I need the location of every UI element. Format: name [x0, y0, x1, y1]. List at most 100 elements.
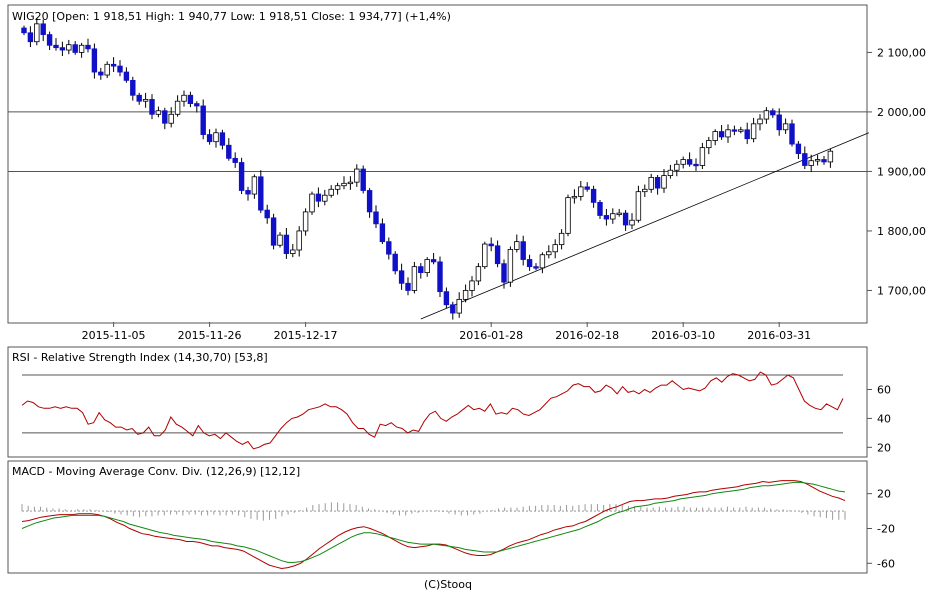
candle-body [430, 259, 437, 263]
candle-body [398, 270, 405, 284]
price-x-tick-label: 2016-01-28 [459, 329, 523, 342]
candle-body [469, 280, 475, 291]
candle-body [341, 182, 347, 187]
candle-body [667, 169, 674, 177]
candle-body [642, 188, 648, 193]
candle-body [590, 188, 597, 203]
candle-body [539, 254, 546, 269]
price-title: WIG20 [Open: 1 918,51 High: 1 940,77 Low… [12, 10, 451, 23]
candle-body [437, 261, 443, 293]
candle-body [603, 215, 610, 220]
candle-body [693, 163, 699, 167]
candle-body [251, 176, 258, 195]
candle-body [654, 176, 661, 189]
candle-body [616, 212, 622, 215]
candle-body [296, 230, 302, 251]
candle-body [238, 162, 245, 191]
macd-y-tick-label: -60 [877, 557, 895, 570]
candle-body [123, 71, 130, 81]
candle-body [245, 190, 251, 195]
candle-body [302, 211, 309, 232]
candle-body [680, 159, 686, 165]
candle-body [706, 140, 712, 149]
candle-body [277, 234, 283, 246]
stock-chart: 2 100,00 2 000,00 1 900,00 1 800,00 1 700,00… [7, 4, 926, 591]
candle-body [507, 248, 514, 283]
candle-body [571, 196, 578, 199]
candle-body [98, 71, 104, 76]
candle-body [738, 129, 744, 132]
candle-body [725, 129, 731, 138]
candle-body [533, 266, 539, 269]
candle-body [629, 219, 635, 226]
candle-body [821, 159, 827, 163]
candle-body [206, 134, 213, 143]
candle-body [552, 244, 558, 253]
candle-body [520, 241, 526, 260]
candle-body [354, 168, 360, 183]
candle-body [334, 185, 341, 190]
candle-body [808, 160, 814, 166]
candle-body [315, 193, 322, 202]
candle-body [328, 188, 334, 196]
candle-body [514, 241, 520, 250]
candle-body [750, 123, 757, 140]
candle-body [782, 123, 789, 131]
footer-credit: (C)Stooq [424, 578, 472, 591]
candle-body [744, 129, 750, 140]
candle-body [789, 123, 795, 145]
candle-body [219, 132, 226, 146]
candle-body [174, 100, 181, 115]
candle-body [770, 110, 776, 116]
price-x-tick-label: 2015-11-05 [82, 329, 146, 342]
candle-body [610, 213, 616, 220]
candle-body [424, 259, 430, 274]
candle-body [757, 118, 763, 125]
price-x-tick-label: 2016-03-10 [651, 329, 715, 342]
candle-body [40, 23, 46, 35]
candle-body [712, 131, 718, 141]
price-x-tick-label: 2015-12-17 [274, 329, 338, 342]
candle-body [488, 243, 494, 247]
candle-body [546, 251, 552, 256]
candle-body [443, 291, 450, 306]
candle-body [46, 34, 53, 46]
candle-body [686, 159, 693, 165]
candle-body [187, 94, 194, 104]
price-y-tick-label: 2 000,00 [877, 106, 926, 119]
candle-body [130, 79, 136, 96]
candle-body [482, 243, 488, 268]
candle-body [661, 175, 667, 189]
candle-body [584, 186, 590, 190]
candle-body [21, 27, 27, 34]
candle-body [526, 259, 533, 268]
candle-body [226, 144, 232, 159]
candle-body [718, 131, 725, 138]
candle-body [418, 266, 424, 274]
candle-body [149, 99, 155, 115]
candle-body [366, 190, 373, 213]
candle-body [411, 266, 418, 291]
price-y-tick-label: 1 700,00 [877, 284, 926, 297]
candle-body [181, 94, 187, 102]
candle-body [117, 65, 123, 73]
macd-y-tick-label: 20 [877, 488, 891, 501]
candle-body [232, 157, 238, 163]
rsi-title: RSI - Relative Strength Index (14,30,70)… [12, 351, 268, 364]
candle-body [59, 47, 66, 51]
candle-body [347, 181, 354, 185]
candle-body [565, 197, 571, 234]
candle-body [386, 241, 392, 255]
candle-body [475, 266, 482, 282]
candle-body [802, 153, 808, 166]
candle-body [85, 44, 91, 50]
price-x-tick-label: 2016-02-18 [555, 329, 619, 342]
candle-body [699, 147, 706, 166]
macd-y-tick-label: -20 [877, 522, 895, 535]
candle-body [264, 209, 270, 219]
price-y-tick-label: 2 100,00 [877, 46, 926, 59]
candle-body [674, 163, 680, 171]
candle-body [168, 113, 174, 124]
candle-body [814, 159, 821, 162]
candle-body [827, 150, 834, 163]
